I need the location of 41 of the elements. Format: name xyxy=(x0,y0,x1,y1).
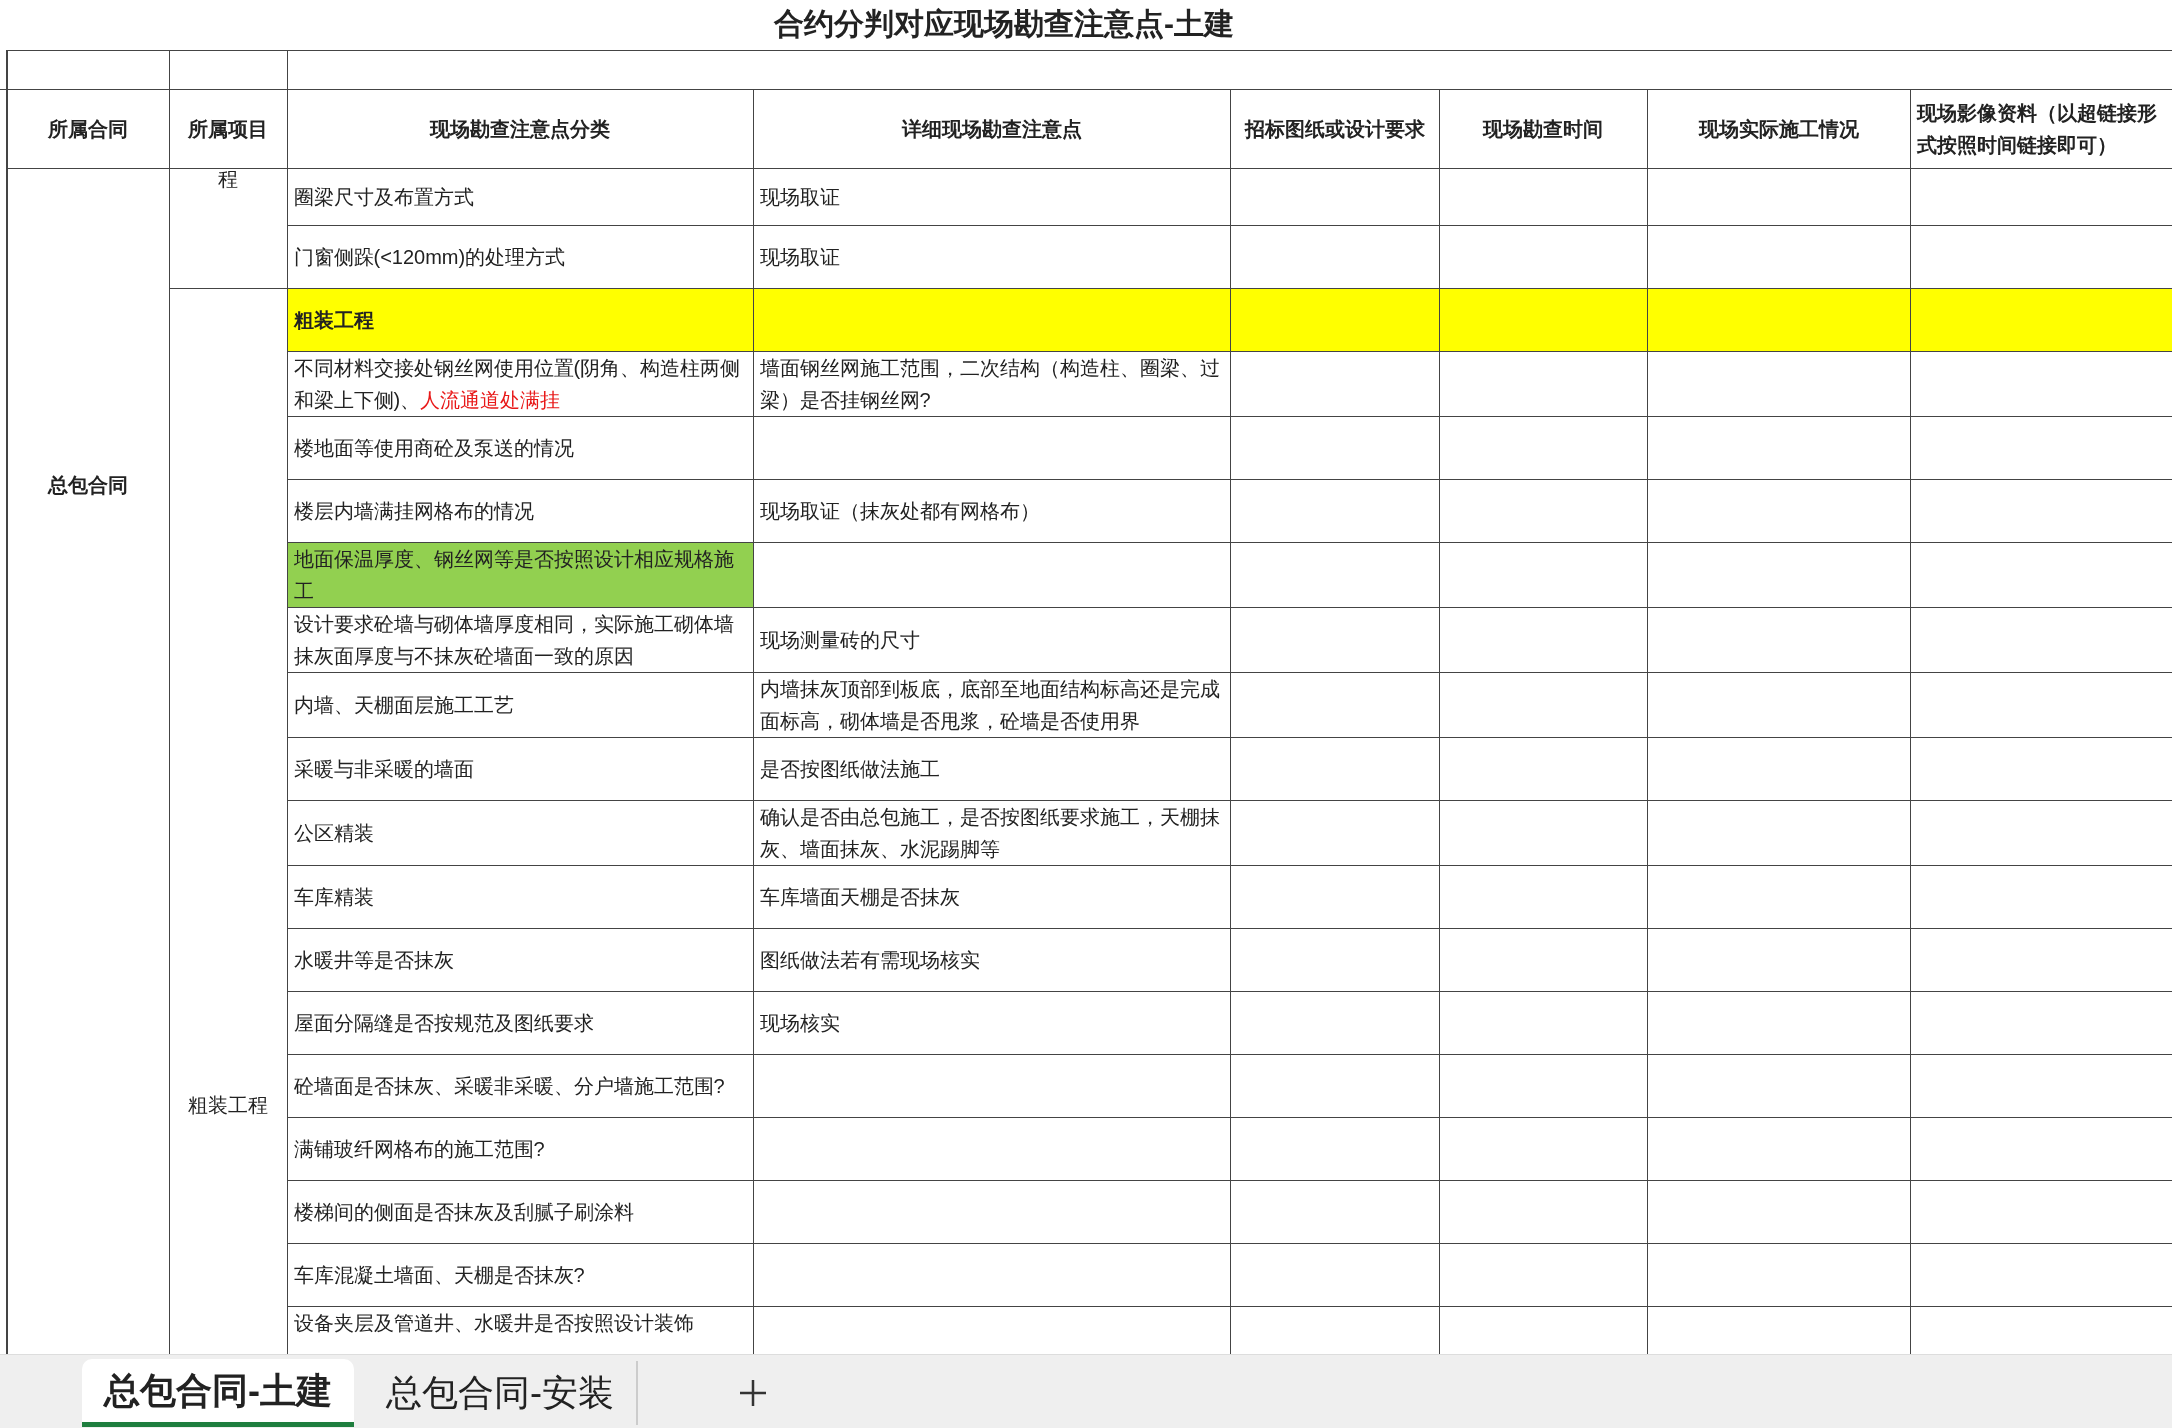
table-cell: 采暖与非采暖的墙面 xyxy=(287,737,753,801)
table-cell: 程 xyxy=(169,168,287,289)
table-cell: 车库精装 xyxy=(287,865,753,929)
table-cell: 满铺玻纤网格布的施工范围? xyxy=(287,1117,753,1181)
table-cell: 圈梁尺寸及布置方式 xyxy=(287,168,753,226)
column-header: 招标图纸或设计要求 xyxy=(1230,89,1439,169)
table-cell: 车库墙面天棚是否抹灰 xyxy=(753,865,1230,929)
table-cell: 是否按图纸做法施工 xyxy=(753,737,1230,801)
table-cell: 公区精装 xyxy=(287,800,753,866)
column-header: 现场勘查注意点分类 xyxy=(287,89,753,169)
column-header: 现场实际施工情况 xyxy=(1647,89,1910,169)
table-cell: 现场取证（抹灰处都有网格布） xyxy=(753,479,1230,543)
table-cell: 门窗侧跺(<120mm)的处理方式 xyxy=(287,225,753,289)
table-cell: 不同材料交接处钢丝网使用位置(阴角、构造柱两侧和梁上下侧)、人流通道处满挂 xyxy=(287,351,753,417)
table-cell: 现场取证 xyxy=(753,225,1230,289)
table-cell: 内墙抹灰顶部到板底，底部至地面结构标高还是完成面标高，砌体墙是否甩浆，砼墙是否使用界 xyxy=(753,672,1230,738)
column-header: 所属项目 xyxy=(169,89,287,169)
table-cell: 图纸做法若有需现场核实 xyxy=(753,928,1230,992)
add-sheet-icon[interactable] xyxy=(738,1378,768,1408)
sheet-tab[interactable]: 总包合同-土建 xyxy=(82,1359,354,1427)
table-cell: 地面保温厚度、钢丝网等是否按照设计相应规格施工 xyxy=(287,542,753,608)
table-cell: 设计要求砼墙与砌体墙厚度相同，实际施工砌体墙抹灰面厚度与不抹灰砼墙面一致的原因 xyxy=(287,607,753,673)
table-cell: 内墙、天棚面层施工工艺 xyxy=(287,672,753,738)
table-cell: 楼地面等使用商砼及泵送的情况 xyxy=(287,416,753,480)
table-cell: 车库混凝土墙面、天棚是否抹灰? xyxy=(287,1243,753,1307)
table-cell: 墙面钢丝网施工范围，二次结构（构造柱、圈梁、过梁）是否挂钢丝网? xyxy=(753,351,1230,417)
table-cell: 现场取证 xyxy=(753,168,1230,226)
table-cell: 水暖井等是否抹灰 xyxy=(287,928,753,992)
table-cell: 屋面分隔缝是否按规范及图纸要求 xyxy=(287,991,753,1055)
sheet-tab[interactable]: 总包合同-安装 xyxy=(364,1361,638,1425)
column-header: 所属合同 xyxy=(7,89,169,169)
table-cell: 楼层内墙满挂网格布的情况 xyxy=(287,479,753,543)
table-cell: 确认是否由总包施工，是否按图纸要求施工，天棚抹灰、墙面抹灰、水泥踢脚等 xyxy=(753,800,1230,866)
table-cell: 粗装工程 xyxy=(287,288,753,352)
column-header: 详细现场勘查注意点 xyxy=(753,89,1230,169)
table-cell: 现场测量砖的尺寸 xyxy=(753,607,1230,673)
table-cell: 楼梯间的侧面是否抹灰及刮腻子刷涂料 xyxy=(287,1180,753,1244)
column-header: 现场勘查时间 xyxy=(1439,89,1647,169)
sheet-title: 合约分判对应现场勘查注意点-土建 xyxy=(774,6,1235,40)
table-cell: 现场核实 xyxy=(753,991,1230,1055)
table-cell: 砼墙面是否抹灰、采暖非采暖、分户墙施工范围? xyxy=(287,1054,753,1118)
